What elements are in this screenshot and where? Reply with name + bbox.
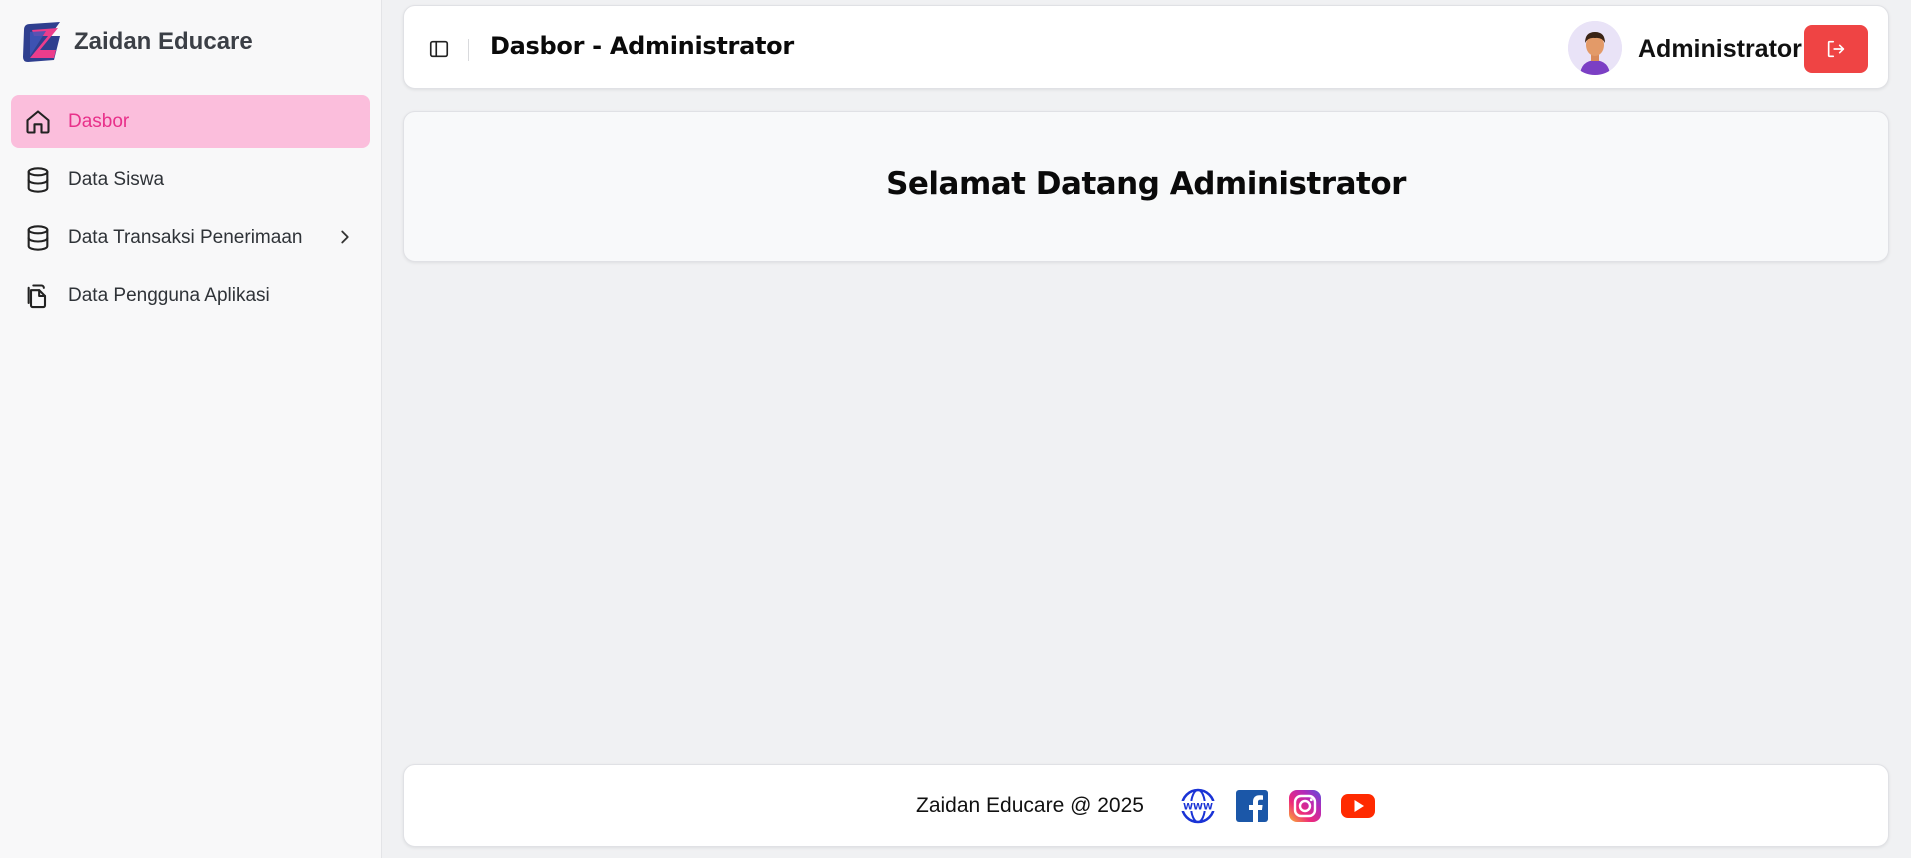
sidebar: Zaidan Educare Dasbor Data Siswa Data Tr…: [0, 0, 382, 858]
svg-text:WWW: WWW: [1183, 803, 1213, 813]
sidebar-item-data-siswa[interactable]: Data Siswa: [11, 153, 370, 206]
divider: [468, 39, 469, 61]
sidebar-item-label: Data Transaksi Penerimaan: [68, 226, 303, 248]
brand[interactable]: Zaidan Educare: [20, 19, 253, 65]
www-globe-icon[interactable]: WWW: [1180, 788, 1216, 824]
database-icon: [24, 224, 52, 252]
sidebar-item-label: Dasbor: [68, 110, 130, 132]
brand-name: Zaidan Educare: [74, 28, 253, 55]
youtube-icon[interactable]: [1340, 788, 1376, 824]
database-icon: [24, 166, 52, 194]
copy-document-icon: [24, 282, 52, 310]
chevron-right-icon[interactable]: [334, 226, 356, 248]
welcome-heading: Selamat Datang Administrator: [886, 166, 1406, 202]
page-title: Dasbor - Administrator: [490, 32, 794, 60]
topbar: Dasbor - Administrator Administrator: [403, 5, 1889, 89]
logout-button[interactable]: [1804, 25, 1868, 73]
user-name[interactable]: Administrator: [1638, 35, 1802, 64]
logout-icon: [1827, 40, 1845, 58]
footer-copyright: Zaidan Educare @ 2025: [916, 794, 1144, 817]
brand-logo: [23, 22, 60, 62]
sidebar-item-data-transaksi-penerimaan[interactable]: Data Transaksi Penerimaan: [11, 211, 370, 264]
welcome-card: Selamat Datang Administrator: [403, 111, 1889, 262]
sidebar-item-label: Data Pengguna Aplikasi: [68, 284, 270, 306]
sidebar-item-dasbor[interactable]: Dasbor: [11, 95, 370, 148]
sidebar-item-data-pengguna-aplikasi[interactable]: Data Pengguna Aplikasi: [11, 269, 370, 322]
sidebar-toggle-icon[interactable]: [428, 38, 450, 60]
sidebar-item-label: Data Siswa: [68, 168, 165, 190]
footer: Zaidan Educare @ 2025 WWW: [403, 764, 1889, 847]
instagram-icon[interactable]: [1287, 788, 1323, 824]
facebook-icon[interactable]: [1234, 788, 1270, 824]
avatar[interactable]: [1568, 21, 1622, 75]
sidebar-nav: Dasbor Data Siswa Data Transaksi Penerim…: [11, 95, 370, 327]
home-icon: [24, 108, 52, 136]
user-avatar-icon: [1568, 21, 1622, 75]
